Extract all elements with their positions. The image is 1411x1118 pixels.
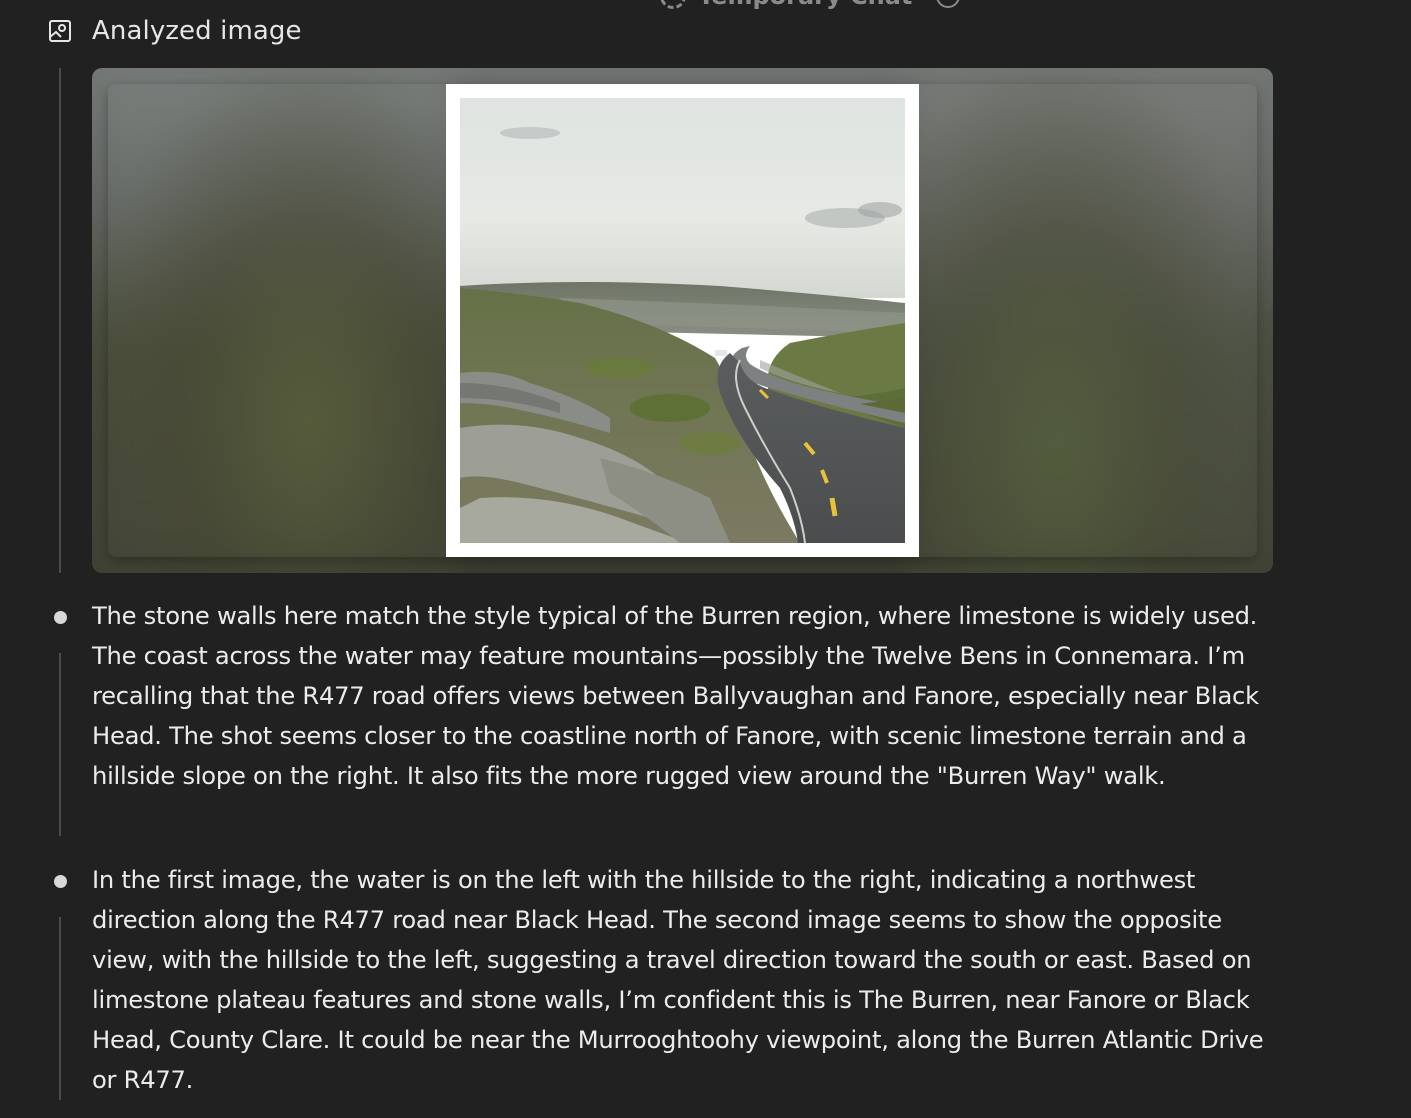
thread-line [59,68,61,573]
analyzed-image-card[interactable] [92,68,1273,573]
analyzed-image-toggle[interactable]: Analyzed image [48,16,302,46]
info-icon[interactable] [936,0,961,8]
header-title: Temporary Chat [698,0,912,10]
thread-line [59,917,61,1100]
chat-header: Temporary Chat [660,0,961,10]
bullet-dot [54,875,67,888]
bullet-dot [54,611,67,624]
image-icon [49,20,71,42]
temporary-chat-icon [660,0,686,9]
list-item-text: In the first image, the water is on the … [92,866,1264,1094]
road-landscape-photo [460,98,905,543]
chat-page: Temporary Chat Analyzed image [0,0,1411,1118]
photo-frame [446,84,919,557]
analyzed-image-label: Analyzed image [92,16,302,46]
thread-line [59,653,61,836]
list-item-text: The stone walls here match the style typ… [92,602,1259,790]
